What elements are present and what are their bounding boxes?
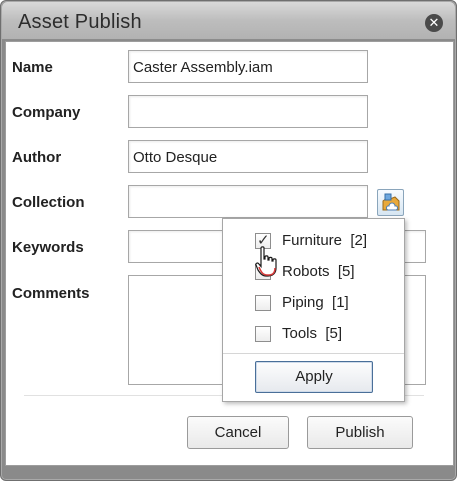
checkbox[interactable] bbox=[255, 295, 271, 311]
option-label: Piping bbox=[282, 294, 324, 311]
option-label: Furniture bbox=[282, 232, 343, 249]
name-field[interactable]: Caster Assembly.iam bbox=[128, 50, 368, 83]
option-count: [5] bbox=[325, 325, 343, 342]
option-count: [1] bbox=[332, 294, 349, 311]
name-label: Name bbox=[12, 59, 53, 76]
company-label: Company bbox=[12, 104, 81, 121]
option-count: [2] bbox=[350, 232, 368, 249]
collection-label: Collection bbox=[12, 194, 85, 211]
collection-picker-icon bbox=[382, 193, 400, 211]
keywords-label: Keywords bbox=[12, 239, 84, 256]
option-label: Robots bbox=[282, 263, 330, 280]
collection-dropdown: ✓ Furniture [2] Robots [5] Piping [1] To… bbox=[222, 218, 405, 402]
checkbox[interactable] bbox=[255, 326, 271, 342]
comments-label: Comments bbox=[12, 285, 90, 302]
collection-field[interactable] bbox=[128, 185, 368, 218]
apply-button[interactable]: Apply bbox=[255, 361, 373, 393]
cancel-button[interactable]: Cancel bbox=[187, 416, 289, 449]
close-icon[interactable]: ✕ bbox=[425, 14, 443, 32]
collection-picker-button[interactable] bbox=[377, 189, 404, 216]
dialog-title: Asset Publish bbox=[18, 11, 142, 33]
author-field[interactable]: Otto Desque bbox=[128, 140, 368, 173]
company-field[interactable] bbox=[128, 95, 368, 128]
publish-button[interactable]: Publish bbox=[307, 416, 413, 449]
hand-pointer-cursor bbox=[255, 246, 277, 277]
author-label: Author bbox=[12, 149, 62, 166]
title-bar[interactable]: Asset Publish ✕ bbox=[2, 2, 455, 40]
option-count: [5] bbox=[337, 263, 355, 280]
asset-publish-dialog: Asset Publish ✕ Name Caster Assembly.iam… bbox=[0, 0, 457, 481]
option-label: Tools bbox=[282, 325, 318, 342]
dropdown-divider bbox=[223, 353, 404, 354]
